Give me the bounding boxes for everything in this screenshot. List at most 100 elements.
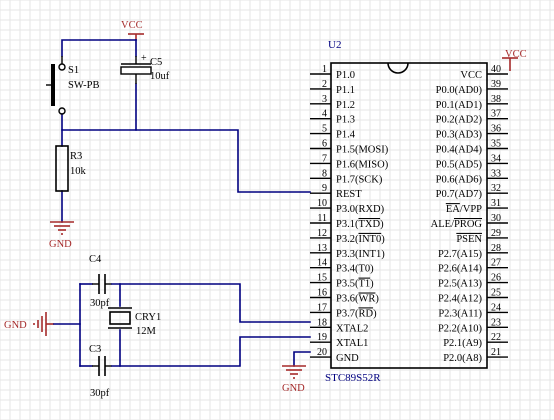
ic-pin-number: 35 [491, 139, 501, 150]
ic-pin-number: 4 [322, 109, 327, 120]
c3-value: 30pf [90, 388, 110, 399]
ic-pin-name: P0.5(AD5) [436, 159, 483, 170]
wire-ic-gnd [293, 351, 311, 367]
ic-pin-name: ALE/PROG [431, 219, 483, 230]
r3-ref: R3 [70, 151, 82, 162]
ic-pin-number: 14 [317, 258, 327, 269]
ic-pin-name: P2.5(A13) [438, 279, 483, 290]
ic-pin-name: P1.5(MOSI) [336, 145, 389, 156]
ic-pin-name: P3.3(INT1) [336, 249, 385, 260]
c5-ref: C5 [150, 57, 162, 68]
ic-pin-number: 39 [491, 79, 501, 90]
ic-notch [387, 62, 409, 74]
ic-pin-number: 12 [317, 228, 327, 239]
ic-pin-number: 6 [322, 139, 327, 150]
wire-reset-to-pin9 [135, 129, 311, 193]
ic-pin-name: PSEN [456, 234, 482, 245]
ic-pin-name: P0.4(AD4) [436, 145, 483, 156]
ic-pin-name: P2.4(A12) [438, 294, 483, 305]
ic-pin-number: 38 [491, 94, 501, 105]
ic-pin-number: 2 [322, 79, 327, 90]
capacitor-c5: + [120, 53, 152, 84]
switch-value: SW-PB [68, 80, 100, 91]
ic-pin-number: 25 [491, 288, 501, 299]
ic-pin-number: 9 [322, 183, 327, 194]
ic-pin-name: P0.3(AD3) [436, 130, 483, 141]
ic-pin-name: XTAL2 [336, 323, 368, 334]
ground-ic-icon [282, 365, 306, 379]
ic-part-number: STC89S52R [325, 372, 381, 384]
ic-pin-name: VCC [460, 70, 482, 81]
gnd-left-label: GND [4, 320, 27, 331]
ic-pin-number: 19 [317, 332, 327, 343]
resistor-r3 [55, 145, 69, 192]
ic-pin-name: P0.1(AD1) [436, 100, 483, 111]
ic-pin-number: 15 [317, 273, 327, 284]
plus-sign-icon: + [141, 53, 147, 64]
ic-pin-name: P3.7(RD) [336, 308, 377, 319]
gnd-ic-label: GND [282, 383, 305, 394]
ic-pin-number: 16 [317, 288, 327, 299]
ic-pin-number: 36 [491, 124, 501, 135]
ic-pin-number: 13 [317, 243, 327, 254]
ic-pin-number: 8 [322, 168, 327, 179]
ic-pin-number: 3 [322, 94, 327, 105]
ic-pin-name: P0.0(AD0) [436, 85, 483, 96]
ic-pins: 1 P1.0 2 P1.1 3 P1.2 4 P1.3 5 P1.4 6 P1.5(MOSI) 7 P1.… [310, 64, 508, 364]
ic-pin-name: GND [336, 353, 359, 364]
ic-pin-name: P2.1(A9) [443, 338, 482, 349]
capacitor-c4 [92, 274, 112, 294]
ic-pin-name: P1.1 [336, 85, 355, 96]
c3-ref: C3 [89, 344, 101, 355]
ic-pin-name: P3.6(WR) [336, 294, 379, 305]
switch-s1 [46, 56, 66, 115]
crystal-ref: CRY1 [135, 312, 161, 323]
ic-pin-name: P3.0(RXD) [336, 204, 385, 215]
ic-pin-number: 28 [491, 243, 501, 254]
ic-pin-name: P2.2(A10) [438, 323, 483, 334]
ic-pin-name: P2.7(A15) [438, 249, 483, 260]
gnd-reset-label: GND [49, 239, 72, 250]
ic-pin-number: 26 [491, 273, 501, 284]
ic-pin-number: 10 [317, 198, 327, 209]
ic-pin-number: 31 [491, 198, 501, 209]
ic-pin-number: 34 [491, 153, 501, 164]
ic-pin-name: P1.3 [336, 115, 355, 126]
ic-pin-number: 1 [322, 64, 327, 75]
ic-pin-number: 30 [491, 213, 501, 224]
vcc-right-label: VCC [505, 49, 527, 60]
ic-pin-name: XTAL1 [336, 338, 368, 349]
ic-pin-name: P1.2 [336, 100, 355, 111]
ic-pin-number: 11 [317, 213, 327, 224]
ic-pin-name: EA/VPP [446, 204, 482, 215]
ic-pin-number: 37 [491, 109, 501, 120]
ic-pin-name: P2.6(A14) [438, 264, 483, 275]
vcc-top-label: VCC [121, 20, 143, 31]
ic-pin-name: P3.1(TXD) [336, 219, 384, 230]
ic-pin-name: P3.5(T1) [336, 279, 374, 290]
ic-pin-name: P1.6(MISO) [336, 159, 389, 170]
c4-ref: C4 [89, 254, 102, 265]
c5-value: 10uf [150, 71, 170, 82]
ic-pin-name: P1.4 [336, 130, 356, 141]
ic-pin-number: 5 [322, 124, 327, 135]
switch-ref: S1 [68, 65, 79, 76]
ic-pin-number: 27 [491, 258, 501, 269]
ic-pin-name: P0.7(AD7) [436, 189, 483, 200]
ic-pin-number: 7 [322, 153, 327, 164]
ground-left-icon [33, 312, 54, 336]
ic-pin-name: P0.2(AD2) [436, 115, 483, 126]
ic-pin-name: P3.4(T0) [336, 264, 374, 275]
ic-pin-number: 22 [491, 332, 501, 343]
ic-pin-name: P2.0(A8) [443, 353, 482, 364]
ic-pin-name: P0.6(AD6) [436, 174, 483, 185]
schematic: U2 STC89S52R 1P1.02P1.13P1.24P1.35P1.46P… [0, 0, 554, 420]
ic-pin-name: P3.2(INT0) [336, 234, 385, 245]
ic-pin-number: 23 [491, 317, 501, 328]
ic-pin-name: REST [336, 189, 362, 200]
ic-pin-number: 21 [491, 347, 501, 358]
ic-pin-name: P1.0 [336, 70, 355, 81]
ic-ref: U2 [328, 39, 341, 51]
r3-value: 10k [70, 166, 87, 177]
wire-switch-vcc [61, 39, 137, 57]
